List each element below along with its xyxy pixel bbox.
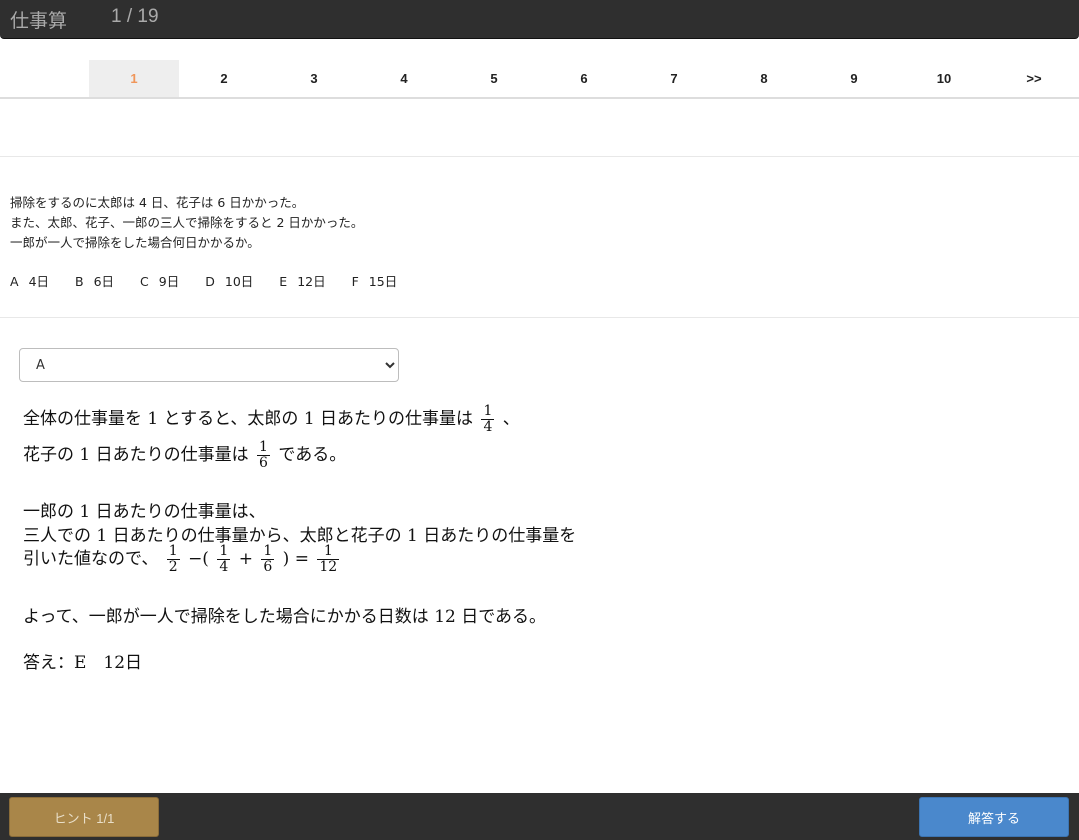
page-link-10[interactable]: 10 bbox=[899, 60, 989, 97]
fraction-numerator: 1 bbox=[166, 543, 180, 560]
choice-text: 12日 bbox=[297, 274, 326, 289]
answer-select-wrapper: A B C D E F bbox=[19, 348, 399, 382]
choice-letter: F bbox=[351, 274, 359, 289]
choice-letter: A bbox=[10, 274, 19, 289]
fraction-result: 1 12 bbox=[317, 544, 340, 575]
hint-button[interactable]: ヒント 1/1 bbox=[9, 797, 159, 837]
explanation-line-3: 一郎の 1 日あたりの仕事量は、 bbox=[23, 502, 266, 522]
choice-text: 6日 bbox=[93, 274, 115, 289]
divider bbox=[0, 317, 1079, 318]
explanation-line-2: 花子の 1 日あたりの仕事量は 16 である。 bbox=[23, 440, 346, 471]
math-operator: ) = bbox=[282, 549, 309, 569]
next-pages-link[interactable]: >> bbox=[989, 60, 1079, 97]
math-operator: −( bbox=[188, 549, 209, 569]
explanation-text: 、 bbox=[502, 409, 520, 429]
app-title: 仕事算 bbox=[10, 10, 68, 32]
explanation-line-5: 引いた値なので、 12 −( 14 + 16 ) = 1 12 bbox=[23, 544, 342, 575]
choice-item: F 15日 bbox=[352, 273, 398, 291]
choice-list: A 4日 B 6日 C 9日 D 10日 E 12日 F 15日 bbox=[10, 273, 423, 291]
question-line: 掃除をするのに太郎は 4 日、花子は 6 日かかった。 bbox=[10, 195, 305, 210]
fraction-numerator: 1 bbox=[261, 543, 275, 560]
fraction-total: 12 bbox=[166, 543, 180, 575]
fraction-numerator: 1 bbox=[257, 439, 270, 456]
divider bbox=[0, 156, 1079, 157]
choice-item: B 6日 bbox=[75, 273, 114, 291]
choice-letter: D bbox=[205, 274, 215, 289]
page-link-5[interactable]: 5 bbox=[449, 60, 539, 97]
choice-item: D 10日 bbox=[205, 273, 253, 291]
question-line: また、太郎、花子、一郎の三人で掃除をすると 2 日かかった。 bbox=[10, 215, 364, 230]
choice-item: E 12日 bbox=[279, 273, 325, 291]
fraction-numerator: 1 bbox=[481, 403, 495, 420]
choice-item: C 9日 bbox=[140, 273, 179, 291]
fraction-denominator: 4 bbox=[219, 559, 229, 575]
explanation-answer: 答え：E 12日 bbox=[23, 653, 143, 673]
explanation-line-4: 三人での 1 日あたりの仕事量から、太郎と花子の 1 日あたりの仕事量を bbox=[23, 526, 577, 546]
fraction-denominator: 6 bbox=[259, 455, 268, 471]
page-link-9[interactable]: 9 bbox=[809, 60, 899, 97]
page-link-8[interactable]: 8 bbox=[719, 60, 809, 97]
choice-letter: E bbox=[279, 274, 288, 289]
explanation-conclusion: よって、一郎が一人で掃除をした場合にかかる日数は 12 日である。 bbox=[23, 607, 547, 627]
choice-letter: C bbox=[140, 274, 149, 289]
fraction-quarter: 14 bbox=[217, 543, 231, 575]
explanation-text: 全体の仕事量を 1 とすると、太郎の 1 日あたりの仕事量は bbox=[23, 409, 474, 429]
explanation-text: 花子の 1 日あたりの仕事量は bbox=[23, 445, 249, 465]
bottom-bar: ヒント 1/1 解答する bbox=[0, 793, 1079, 840]
fraction-taro: 14 bbox=[481, 403, 495, 435]
math-operator: + bbox=[238, 549, 253, 569]
fraction-numerator: 1 bbox=[317, 544, 340, 560]
explanation-text: 引いた値なので、 bbox=[23, 549, 159, 569]
page-link-7[interactable]: 7 bbox=[629, 60, 719, 97]
fraction-sixth: 16 bbox=[261, 543, 275, 575]
fraction-hanako: 16 bbox=[257, 440, 270, 471]
page-link-1[interactable]: 1 bbox=[89, 60, 179, 97]
answer-select[interactable]: A B C D E F bbox=[19, 348, 399, 382]
top-bar: 仕事算 1 / 19 bbox=[0, 0, 1079, 39]
fraction-numerator: 1 bbox=[217, 543, 231, 560]
choice-item: A 4日 bbox=[10, 273, 49, 291]
fraction-denominator: 2 bbox=[168, 559, 178, 575]
page-link-3[interactable]: 3 bbox=[269, 60, 359, 97]
choice-letter: B bbox=[75, 274, 84, 289]
choice-text: 10日 bbox=[224, 274, 254, 289]
page-link-6[interactable]: 6 bbox=[539, 60, 629, 97]
question-text: 掃除をするのに太郎は 4 日、花子は 6 日かかった。 また、太郎、花子、一郎の… bbox=[10, 193, 363, 253]
page-link-2[interactable]: 2 bbox=[179, 60, 269, 97]
question-line: 一郎が一人で掃除をした場合何日かかるか。 bbox=[10, 235, 260, 250]
explanation-line-1: 全体の仕事量を 1 とすると、太郎の 1 日あたりの仕事量は 14 、 bbox=[23, 404, 520, 435]
fraction-denominator: 4 bbox=[483, 419, 493, 435]
question-pager: 1 2 3 4 5 6 7 8 9 10 >> bbox=[0, 60, 1079, 99]
choice-text: 4日 bbox=[28, 274, 50, 289]
question-counter: 1 / 19 bbox=[111, 6, 159, 27]
explanation-text: である。 bbox=[278, 445, 347, 465]
fraction-denominator: 12 bbox=[319, 559, 338, 575]
submit-answer-button[interactable]: 解答する bbox=[919, 797, 1069, 837]
choice-text: 9日 bbox=[158, 274, 180, 289]
page-link-4[interactable]: 4 bbox=[359, 60, 449, 97]
choice-text: 15日 bbox=[368, 274, 398, 289]
fraction-denominator: 6 bbox=[263, 559, 273, 575]
